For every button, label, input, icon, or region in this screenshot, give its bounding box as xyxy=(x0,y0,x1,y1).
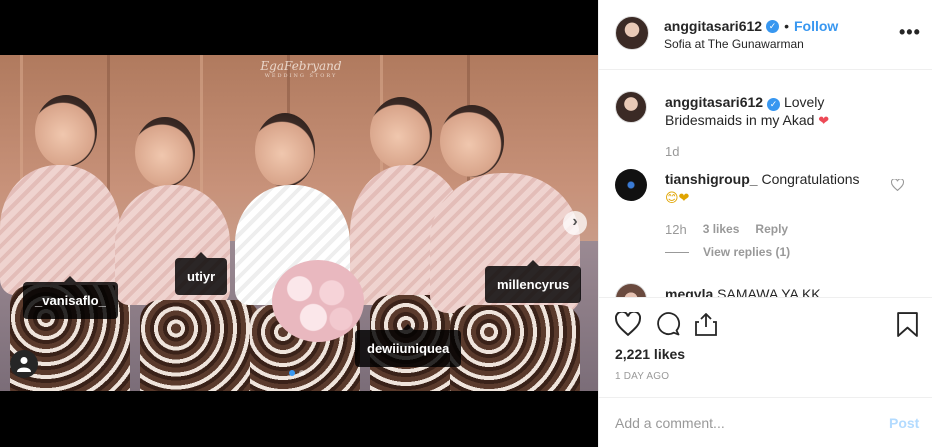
view-replies-label: View replies (1) xyxy=(703,245,791,259)
comment: tianshigroup_ Congratulations 😊❤ xyxy=(665,170,895,208)
user-tag[interactable]: utiyr xyxy=(175,252,228,295)
caption-username[interactable]: anggitasari612 xyxy=(665,94,763,110)
carousel-dot xyxy=(299,370,305,376)
post-media: EgaFebryand WEDDING STORY _vanisaflo_ ut… xyxy=(0,0,598,447)
heart-icon[interactable] xyxy=(891,179,904,191)
comment-time: 12h xyxy=(665,222,687,237)
comment-likes[interactable]: 3 likes xyxy=(703,222,740,237)
carousel-next-button[interactable]: › xyxy=(563,211,587,235)
watermark-subtext: WEDDING STORY xyxy=(264,73,338,79)
avatar[interactable] xyxy=(615,16,649,50)
caption-time: 1d xyxy=(665,144,680,159)
post-comment-button[interactable]: Post xyxy=(889,415,919,431)
comment-input[interactable] xyxy=(615,412,875,434)
caption-meta: 1d xyxy=(665,144,679,159)
verified-badge-icon: ✓ xyxy=(766,19,780,33)
comment-text: Congratulations xyxy=(761,171,860,187)
watermark: EgaFebryand WEDDING STORY xyxy=(256,59,346,79)
post-timestamp: 1 DAY AGO xyxy=(615,371,670,382)
watermark-text: EgaFebryand xyxy=(260,59,342,73)
share-icon[interactable] xyxy=(695,312,717,336)
avatar[interactable] xyxy=(615,283,647,297)
chevron-right-icon: › xyxy=(572,213,578,230)
verified-badge-icon: ✓ xyxy=(767,98,781,111)
separator: • xyxy=(784,18,789,34)
follow-button[interactable]: Follow xyxy=(794,18,838,34)
avatar[interactable] xyxy=(615,91,647,123)
heart-icon[interactable] xyxy=(615,312,641,336)
bookmark-icon[interactable] xyxy=(897,312,918,337)
comment-meta: 12h 3 likes Reply xyxy=(665,222,788,237)
reply-button[interactable]: Reply xyxy=(755,222,788,237)
user-tag[interactable]: dewiiuniquea xyxy=(355,324,462,367)
bouquet xyxy=(272,260,364,342)
heart-emoji: ❤ xyxy=(818,114,830,129)
caption: anggitasari612 ✓ Lovely Bridesmaids in my… xyxy=(665,93,895,131)
post-side-panel: anggitasari612 ✓ • Follow Sofia at The G… xyxy=(598,0,932,447)
comments-list[interactable]: anggitasari612 ✓ Lovely Bridesmaids in my… xyxy=(599,71,932,297)
add-comment-bar: Post xyxy=(599,397,932,447)
user-tag[interactable]: millencyrus xyxy=(485,260,582,303)
post-actions: 2,221 likes 1 DAY AGO xyxy=(599,297,932,393)
comment-username[interactable]: tianshigroup_ xyxy=(665,171,758,187)
carousel-indicator xyxy=(289,370,305,376)
post-header: anggitasari612 ✓ • Follow Sofia at The G… xyxy=(599,0,932,70)
header-username[interactable]: anggitasari612 xyxy=(664,18,762,34)
more-icon[interactable]: ••• xyxy=(899,22,921,43)
carousel-dot-active xyxy=(289,370,295,376)
header-user-row: anggitasari612 ✓ • Follow xyxy=(664,18,838,34)
user-tag[interactable]: _vanisaflo_ xyxy=(23,276,118,319)
post-photo[interactable]: EgaFebryand WEDDING STORY xyxy=(0,55,598,391)
user-tag-icon xyxy=(17,357,31,372)
avatar[interactable] xyxy=(615,169,647,201)
comment-icon[interactable] xyxy=(655,312,681,336)
comment: megyla SAMAWA YA KK xyxy=(665,285,895,297)
likes-count[interactable]: 2,221 likes xyxy=(615,346,685,362)
view-replies-button[interactable]: View replies (1) xyxy=(665,245,790,259)
comment-text: SAMAWA YA KK xyxy=(717,286,821,297)
location-link[interactable]: Sofia at The Gunawarman xyxy=(664,37,804,51)
comment-emoji: 😊❤ xyxy=(665,191,690,206)
comment-username[interactable]: megyla xyxy=(665,286,713,297)
user-tag-toggle-button[interactable] xyxy=(10,350,38,378)
